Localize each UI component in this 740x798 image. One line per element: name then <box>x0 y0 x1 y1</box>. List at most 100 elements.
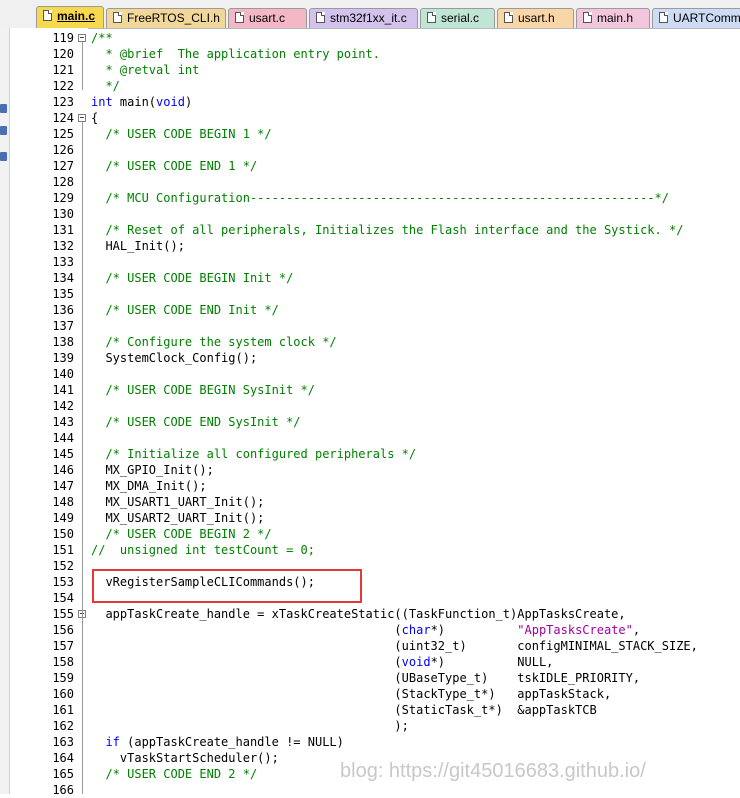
code-token: ); <box>91 719 409 733</box>
line-number: 146 <box>52 463 74 477</box>
code-token: (uint32_t) configMINIMAL_STACK_SIZE, <box>91 639 698 653</box>
code-token: MX_GPIO_Init(); <box>91 463 214 477</box>
line-number: 143 <box>52 415 74 429</box>
code-line: /* MCU Configuration--------------------… <box>91 190 669 206</box>
line-number: 151 <box>52 543 74 557</box>
tab-stm32f1xx-it-c[interactable]: stm32f1xx_it.c <box>309 8 418 28</box>
line-number: 166 <box>52 783 74 797</box>
line-number: 145 <box>52 447 74 461</box>
tab-label: serial.c <box>441 11 480 25</box>
code-line: MX_USART2_UART_Init(); <box>91 510 264 526</box>
code-token: int <box>91 95 113 109</box>
fold-guide-line <box>82 42 83 90</box>
code-line: /* USER CODE BEGIN 1 */ <box>91 126 271 142</box>
toolbar-icon[interactable] <box>0 126 7 135</box>
code-token: appTaskCreate_handle = xTaskCreateStatic… <box>91 607 626 621</box>
code-token: { <box>91 111 99 125</box>
code-token: HAL_Init(); <box>91 239 185 253</box>
tab-label: UARTComm <box>673 11 740 25</box>
code-token: void <box>156 95 185 109</box>
tab-label: main.h <box>597 11 634 25</box>
watermark-text: blog: https://git45016683.github.io/ <box>340 760 646 782</box>
code-token: /* MCU Configuration--------------------… <box>91 191 669 205</box>
line-number: 123 <box>52 95 74 109</box>
code-line: (char*) "AppTasksCreate", <box>91 622 640 638</box>
code-token: ( <box>91 655 402 669</box>
code-line: * @retval int <box>91 62 199 78</box>
fold-guide-line <box>82 618 83 730</box>
file-icon <box>235 12 244 23</box>
editor-tab-bar: main.c FreeRTOS_CLI.h usart.c stm32f1xx_it.… <box>0 0 740 29</box>
line-number: 158 <box>52 655 74 669</box>
highlight-box <box>92 569 362 603</box>
file-icon <box>659 12 668 23</box>
line-number: 157 <box>52 639 74 653</box>
file-icon <box>113 12 122 23</box>
line-number: 132 <box>52 239 74 253</box>
side-toolbar-strip <box>0 28 10 794</box>
tab-label: usart.h <box>518 11 555 25</box>
tab-uartcomm[interactable]: UARTComm <box>652 8 740 28</box>
line-number: 142 <box>52 399 74 413</box>
code-token: (StackType_t*) appTaskStack, <box>91 687 612 701</box>
code-token: /* USER CODE BEGIN Init */ <box>91 271 294 285</box>
code-editor[interactable]: /** * @brief The application entry point… <box>91 28 740 794</box>
code-token: MX_DMA_Init(); <box>91 479 207 493</box>
code-line: MX_USART1_UART_Init(); <box>91 494 264 510</box>
code-token: main( <box>112 95 157 109</box>
tab-serial-c[interactable]: serial.c <box>420 8 495 28</box>
line-number: 131 <box>52 223 74 237</box>
code-line: /* USER CODE BEGIN Init */ <box>91 270 293 286</box>
code-line: (StaticTask_t*) &appTaskTCB <box>91 702 597 718</box>
tab-main-c[interactable]: main.c <box>36 6 104 28</box>
code-token: /* USER CODE BEGIN SysInit */ <box>91 383 315 397</box>
code-line: /* Reset of all peripherals, Initializes… <box>91 222 683 238</box>
line-number: 135 <box>52 287 74 301</box>
fold-toggle-icon[interactable] <box>78 114 86 122</box>
line-number: 160 <box>52 687 74 701</box>
line-number: 122 <box>52 79 74 93</box>
tab-main-h[interactable]: main.h <box>576 8 650 28</box>
line-number: 126 <box>52 143 74 157</box>
tab-usart-h[interactable]: usart.h <box>497 8 574 28</box>
line-number: 140 <box>52 367 74 381</box>
code-line: (void*) NULL, <box>91 654 553 670</box>
line-number: 147 <box>52 479 74 493</box>
code-token: *) NULL, <box>430 655 554 669</box>
line-number: 149 <box>52 511 74 525</box>
line-number: 124 <box>52 111 74 125</box>
code-line: (StackType_t*) appTaskStack, <box>91 686 611 702</box>
toolbar-icon[interactable] <box>0 104 7 113</box>
code-line: /* USER CODE BEGIN SysInit */ <box>91 382 315 398</box>
code-token: MX_USART1_UART_Init(); <box>91 495 265 509</box>
file-icon <box>504 12 513 23</box>
code-token: /* Initialize all configured peripherals… <box>91 447 417 461</box>
line-number: 161 <box>52 703 74 717</box>
line-number-gutter: 119 120 121 122 123 124 125 126 127 128 129 130 131 1… <box>10 28 88 797</box>
code-token: (StaticTask_t*) &appTaskTCB <box>91 703 597 717</box>
line-number: 136 <box>52 303 74 317</box>
line-number: 144 <box>52 431 74 445</box>
line-number: 141 <box>52 383 74 397</box>
code-token: void <box>401 655 431 669</box>
code-line: MX_DMA_Init(); <box>91 478 207 494</box>
line-number: 138 <box>52 335 74 349</box>
code-line: */ <box>91 78 119 94</box>
line-number: 133 <box>52 255 74 269</box>
file-icon <box>43 10 52 21</box>
code-token: /* Configure the system clock */ <box>91 335 337 349</box>
code-token: (appTaskCreate_handle != NULL) <box>119 735 344 749</box>
line-number: 127 <box>52 159 74 173</box>
code-line: ); <box>91 718 409 734</box>
fold-toggle-icon[interactable] <box>78 34 86 42</box>
code-token: * @retval int <box>91 63 200 77</box>
tab-usart-c[interactable]: usart.c <box>228 8 307 28</box>
code-line: MX_GPIO_Init(); <box>91 462 214 478</box>
tab-freertos-cli-h[interactable]: FreeRTOS_CLI.h <box>106 8 226 28</box>
code-line: { <box>91 110 98 126</box>
line-number: 152 <box>52 559 74 573</box>
code-line: * @brief The application entry point. <box>91 46 380 62</box>
toolbar-icon[interactable] <box>0 152 7 161</box>
code-line: appTaskCreate_handle = xTaskCreateStatic… <box>91 606 626 622</box>
